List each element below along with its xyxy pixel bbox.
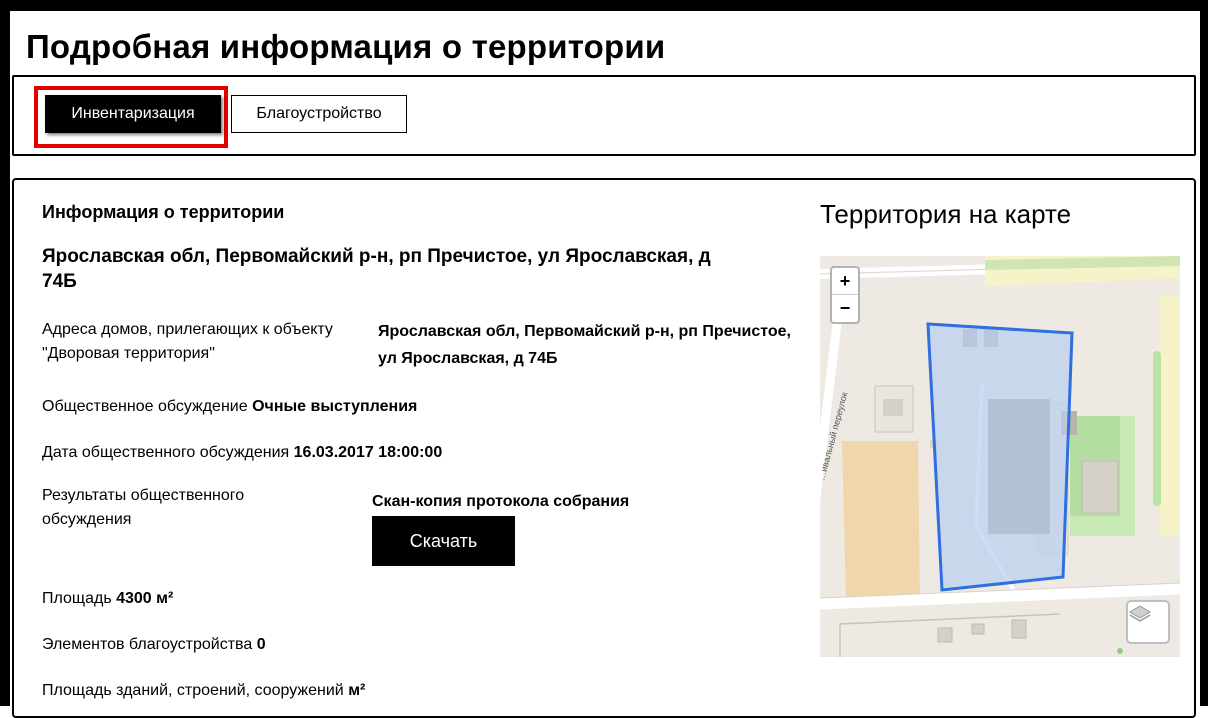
- adjacent-houses-label: Адреса домов, прилегающих к объекту "Дво…: [42, 321, 333, 362]
- tab-improvement[interactable]: Благоустройство: [231, 95, 407, 133]
- download-button[interactable]: Скачать: [372, 516, 515, 566]
- improvement-elements-row: Элементов благоустройства 0: [42, 636, 266, 654]
- info-heading: Информация о территории: [42, 202, 285, 222]
- territory-polygon[interactable]: [926, 322, 1074, 592]
- discussion-date-row: Дата общественного обсуждения 16.03.2017…: [42, 444, 442, 462]
- zoom-in-button[interactable]: +: [832, 268, 858, 295]
- map-layers-button[interactable]: [1126, 600, 1170, 644]
- discussion-date-value: 16.03.2017 18:00:00: [293, 444, 443, 461]
- public-discussion-row: Общественное обсуждение Очные выступлени…: [42, 398, 417, 416]
- map-title: Территория на карте: [820, 199, 1072, 229]
- layers-icon: [1129, 605, 1151, 622]
- public-discussion-label: Общественное обсуждение: [42, 398, 248, 415]
- window-border-right: [1200, 0, 1208, 706]
- public-discussion-value: Очные выступления: [252, 398, 418, 415]
- page-title: Подробная информация о территории: [26, 28, 666, 65]
- window-border-top: [0, 0, 1208, 11]
- discussion-date-label: Дата общественного обсуждения: [42, 444, 290, 461]
- map-tiles: …ивальный переулок: [820, 256, 1180, 657]
- adjacent-houses-value: Ярославская обл, Первомайский р-н, рп Пр…: [378, 323, 791, 367]
- area-label: Площадь: [42, 590, 112, 607]
- territory-map[interactable]: …ивальный переулок + −: [820, 256, 1180, 657]
- improvement-elements-value: 0: [256, 636, 266, 653]
- discussion-results-label: Результаты общественного обсуждения: [42, 487, 245, 528]
- area-value: 4300 м²: [116, 590, 174, 607]
- buildings-area-row: Площадь зданий, строений, сооружений м²: [42, 682, 365, 700]
- zoom-out-button[interactable]: −: [832, 295, 858, 321]
- buildings-area-label: Площадь зданий, строений, сооружений: [42, 682, 344, 699]
- map-zoom-control: + −: [830, 266, 860, 324]
- improvement-elements-label: Элементов благоустройства: [42, 636, 253, 653]
- tab-inventory[interactable]: Инвентаризация: [45, 95, 221, 133]
- area-row: Площадь 4300 м²: [42, 590, 173, 608]
- territory-address: Ярославская обл, Первомайский р-н, рп Пр…: [42, 246, 711, 292]
- discussion-results-value: Скан-копия протокола собрания: [372, 493, 630, 510]
- buildings-area-value: м²: [348, 682, 366, 699]
- window-border-left: [0, 0, 10, 706]
